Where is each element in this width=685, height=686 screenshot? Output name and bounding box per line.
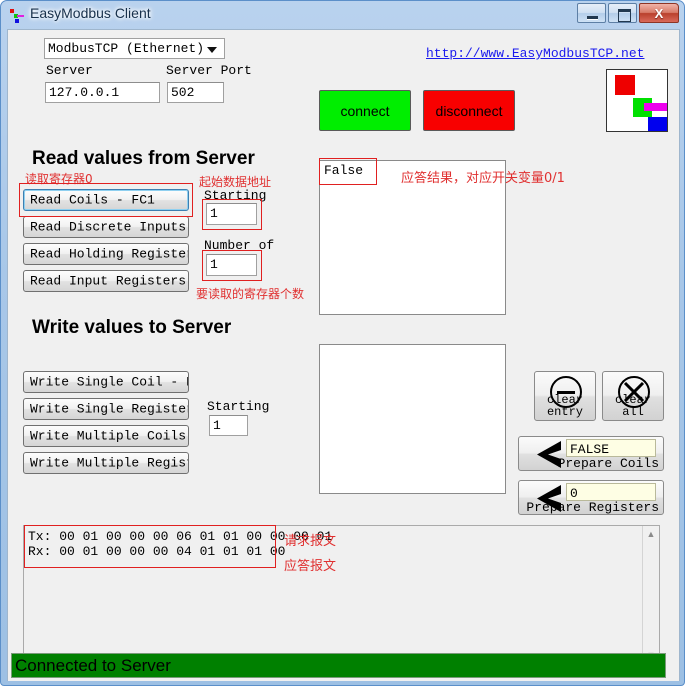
read-section-heading: Read values from Server [32, 148, 255, 169]
window-title: EasyModbus Client [30, 5, 151, 21]
server-port-input[interactable]: 502 [167, 82, 224, 103]
write-multiple-registers-button-label: Write Multiple Registers [30, 455, 188, 471]
read-holding-registers-button[interactable]: Read Holding Registers - [23, 243, 189, 265]
scroll-up-arrow-icon[interactable]: ▲ [643, 526, 659, 542]
clear-entry-button[interactable]: clear entry [534, 371, 596, 421]
status-bar: Connected to Server [11, 653, 666, 678]
read-starting-input[interactable]: 1 [206, 203, 257, 225]
read-result-value: False [324, 163, 364, 178]
write-starting-input[interactable]: 1 [209, 415, 248, 436]
annotation-read-result: 应答结果，对应开关变量0/1 [401, 171, 565, 186]
write-single-register-button-label: Write Single Register - [30, 401, 189, 417]
clear-all-label-line2: all [622, 405, 644, 419]
status-text: Connected to Server [15, 656, 171, 675]
prepare-registers-value: 0 [570, 486, 578, 501]
write-multiple-registers-button[interactable]: Write Multiple Registers [23, 452, 189, 474]
easymodbus-logo-image [606, 69, 668, 132]
minimize-icon [587, 16, 598, 20]
write-multiple-coils-button[interactable]: Write Multiple Coils - [23, 425, 189, 447]
write-multiple-coils-button-label: Write Multiple Coils - [30, 428, 189, 444]
prepare-coils-value-select[interactable]: FALSE [566, 439, 656, 457]
read-input-registers-button[interactable]: Read Input Registers - [23, 270, 189, 292]
disconnect-button-label: disconnect [435, 102, 503, 119]
annotation-tx: 请求报文 [284, 534, 337, 549]
protocol-select[interactable]: ModbusTCP (Ethernet) [44, 38, 225, 59]
application-window: EasyModbus Client X ModbusTCP (Ethernet)… [0, 0, 685, 686]
maximize-button[interactable] [608, 3, 637, 23]
close-button[interactable]: X [639, 3, 679, 23]
prepare-registers-label: Prepare Registers [526, 500, 659, 515]
server-port-label: Server Port [166, 63, 252, 78]
write-starting-label: Starting [207, 399, 270, 414]
title-bar[interactable]: EasyModbus Client X [1, 1, 685, 29]
write-single-coil-button[interactable]: Write Single Coil - FC5 [23, 371, 189, 393]
write-values-list[interactable] [319, 344, 506, 494]
connect-button-label: connect [340, 102, 390, 119]
clear-entry-label-line2: entry [546, 405, 583, 419]
app-logo-icon [10, 9, 24, 23]
read-discrete-inputs-button[interactable]: Read Discrete Inputs - [23, 216, 189, 238]
read-coils-button-label: Read Coils - FC1 [30, 192, 155, 208]
read-starting-label: Starting [204, 188, 267, 203]
annotation-read-count: 要读取的寄存器个数 [196, 287, 305, 301]
server-label: Server [46, 63, 93, 78]
protocol-select-value: ModbusTCP (Ethernet) [48, 41, 205, 56]
prepare-registers-value-select[interactable]: 0 [566, 483, 656, 501]
prepare-coils-label: Prepare Coils [557, 456, 659, 471]
read-holding-registers-button-label: Read Holding Registers - [30, 246, 188, 262]
server-input[interactable]: 127.0.0.1 [45, 82, 160, 103]
read-number-label: Number of [204, 238, 275, 253]
website-link[interactable]: http://www.EasyModbusTCP.net [426, 46, 644, 61]
read-coils-button[interactable]: Read Coils - FC1 [23, 189, 189, 211]
chevron-down-icon [207, 47, 217, 53]
write-section-heading: Write values to Server [32, 317, 232, 338]
prepare-coils-value: FALSE [570, 442, 610, 457]
connect-button[interactable]: connect [319, 90, 411, 131]
read-number-input[interactable]: 1 [206, 254, 257, 276]
clear-all-button[interactable]: clear all [602, 371, 664, 421]
annotation-rx: 应答报文 [284, 559, 337, 574]
log-rx-line: Rx: 00 01 00 00 00 04 01 01 01 00 [28, 544, 286, 559]
disconnect-button[interactable]: disconnect [423, 90, 515, 131]
maximize-icon [618, 9, 631, 22]
close-icon: X [654, 5, 664, 21]
client-area: ModbusTCP (Ethernet) Server Server Port … [7, 29, 680, 681]
log-scrollbar[interactable]: ▲ ▼ [642, 526, 659, 663]
minimize-button[interactable] [577, 3, 606, 23]
read-input-registers-button-label: Read Input Registers - [30, 273, 189, 289]
write-single-coil-button-label: Write Single Coil - FC5 [30, 374, 188, 390]
write-single-register-button[interactable]: Write Single Register - [23, 398, 189, 420]
annotation-read-register: 读取寄存器0 [25, 172, 93, 186]
communication-log[interactable]: Tx: 00 01 00 00 00 06 01 01 00 00 00 01 R… [23, 525, 660, 664]
read-discrete-inputs-button-label: Read Discrete Inputs - [30, 219, 189, 235]
